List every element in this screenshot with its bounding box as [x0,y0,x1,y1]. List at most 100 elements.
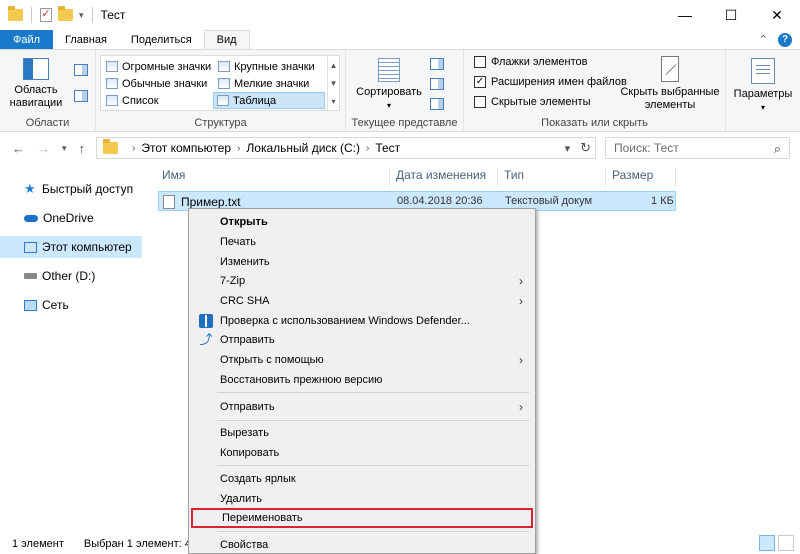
nav-item-onedrive[interactable]: OneDrive [0,207,142,229]
checkbox-checked[interactable]: ✓ [474,76,486,88]
options-icon [751,58,775,84]
address-dropdown-icon[interactable]: ▾ [565,142,571,155]
chevron-right-icon: › [519,400,523,414]
folder-icon [8,6,23,21]
layout-scroll[interactable]: ▲ ▼ ▾ [327,56,339,110]
quick-access-toolbar: ✓ ▾ [0,6,95,23]
breadcrumb-this-pc[interactable]: Этот компьютер [141,141,231,155]
recent-locations-icon[interactable]: ▾ [62,143,67,154]
tab-file[interactable]: Файл [0,30,54,49]
chevron-down-icon: ▾ [386,101,391,110]
menu-item-share[interactable]: ⤴ Отправить [191,330,533,350]
computer-icon [24,241,37,253]
expand-ribbon-icon[interactable]: ⌃ [759,33,768,46]
menu-item-cut[interactable]: Вырезать [191,423,533,443]
column-date[interactable]: Дата изменения [390,168,498,186]
chevron-right-icon: › [519,294,523,308]
menu-item-crc-sha[interactable]: CRC SHA › [191,291,533,311]
address-row: ← → ▾ ↑ › Этот компьютер › Локальный дис… [0,133,800,163]
tab-home[interactable]: Главная [53,30,119,49]
share-icon: ⤴ [199,332,213,347]
group-layout: Огромные значки Крупные значки Обычные з… [96,50,346,132]
column-size[interactable]: Размер [606,168,676,186]
menu-item-delete[interactable]: Удалить [191,489,533,509]
maximize-button[interactable]: ☐ [708,0,754,30]
checkbox-hidden-items[interactable]: Скрытые элементы [474,96,591,108]
refresh-icon[interactable]: ↻ [580,140,591,156]
checkbox[interactable] [474,96,486,108]
menu-item-properties[interactable]: Свойства [191,535,533,554]
size-columns-icon[interactable] [430,98,444,110]
divider [91,7,93,23]
breadcrumb-local-disk[interactable]: Локальный диск (C:) [246,141,360,155]
menu-item-restore-versions[interactable]: Восстановить прежнюю версию [191,370,533,390]
help-icon[interactable]: ? [778,32,792,47]
title-bar: ✓ ▾ Тест — ☐ ✕ [0,0,800,30]
layout-large-icons[interactable]: Крупные значки [215,58,325,75]
properties-icon[interactable]: ✓ [40,8,52,22]
navigation-pane-button[interactable]: Область навигации [6,58,66,110]
column-name[interactable]: Имя [156,168,390,186]
layout-details[interactable]: Таблица [213,92,325,109]
group-by-icon[interactable] [430,58,444,70]
layout-small-icons[interactable]: Мелкие значки [215,75,325,92]
menu-item-create-shortcut[interactable]: Создать ярлык [191,469,533,489]
menu-divider [217,420,529,421]
menu-divider [217,392,529,393]
menu-item-send-to[interactable]: Отправить › [191,397,533,417]
menu-item-7zip[interactable]: 7-Zip › [191,271,533,291]
minimize-button[interactable]: — [662,0,708,30]
forward-icon[interactable]: → [37,141,50,156]
chevron-right-icon: › [519,353,523,367]
nav-item-quick-access[interactable]: ★ Быстрый доступ [0,178,142,200]
breadcrumb-test[interactable]: Тест [375,141,400,155]
search-box[interactable]: Поиск: Тест ⌕ [605,137,790,159]
folder-icon [103,139,118,154]
hide-selected-button[interactable]: Скрыть выбранные элементы [620,56,720,112]
menu-item-open-with[interactable]: Открыть с помощью › [191,350,533,370]
chevron-right-icon[interactable]: › [132,143,135,154]
details-pane-icon[interactable] [74,90,88,102]
nav-item-other-d[interactable]: Other (D:) [0,265,142,287]
ribbon: Область навигации Области Огромные значк… [0,50,800,132]
address-bar[interactable]: › Этот компьютер › Локальный диск (C:) ›… [96,137,596,159]
close-button[interactable]: ✕ [754,0,800,30]
view-switcher [759,535,794,551]
search-icon[interactable]: ⌕ [774,141,781,157]
preview-pane-icon[interactable] [74,64,88,76]
menu-item-open[interactable]: Открыть [191,212,533,232]
menu-item-print[interactable]: Печать [191,232,533,252]
checkbox-file-extensions[interactable]: ✓ Расширения имен файлов [474,76,627,88]
tab-share[interactable]: Поделиться [119,30,204,49]
nav-item-network[interactable]: Сеть [0,294,142,316]
context-menu: Открыть Печать Изменить 7-Zip › CRC SHA › … [188,208,536,554]
layout-extra-large-icons[interactable]: Огромные значки [103,58,213,75]
options-button[interactable]: Параметры ▾ [730,58,796,114]
layout-gallery: Огромные значки Крупные значки Обычные з… [100,55,340,111]
large-icons-view-icon[interactable] [778,535,794,551]
group-panes: Область навигации Области [0,50,96,132]
column-type[interactable]: Тип [498,168,606,186]
add-columns-icon[interactable] [430,78,444,90]
menu-item-rename[interactable]: Переименовать [191,508,533,528]
layout-medium-icons[interactable]: Обычные значки [103,75,213,92]
customize-toolbar-icon[interactable]: ▾ [79,10,84,21]
window-title: Тест [100,8,126,22]
back-icon[interactable]: ← [12,141,25,156]
checkbox[interactable] [474,56,486,68]
cloud-icon [24,214,38,222]
details-view-icon[interactable] [759,535,775,551]
selection-info: Выбран 1 элемент: 46 [83,537,198,550]
up-icon[interactable]: ↑ [79,141,86,156]
layout-list[interactable]: Список [103,92,213,109]
nav-item-this-pc[interactable]: Этот компьютер [0,236,142,258]
sort-by-button[interactable]: Сортировать ▾ [354,58,424,112]
tab-view[interactable]: Вид [203,30,250,49]
new-folder-icon[interactable] [58,6,73,21]
checkbox-item-checkboxes[interactable]: Флажки элементов [474,56,587,68]
menu-item-copy[interactable]: Копировать [191,443,533,463]
chevron-right-icon[interactable]: › [366,143,369,154]
menu-item-defender-scan[interactable]: Проверка с использованием Windows Defend… [191,311,533,331]
menu-item-edit[interactable]: Изменить [191,252,533,272]
chevron-right-icon[interactable]: › [237,143,240,154]
